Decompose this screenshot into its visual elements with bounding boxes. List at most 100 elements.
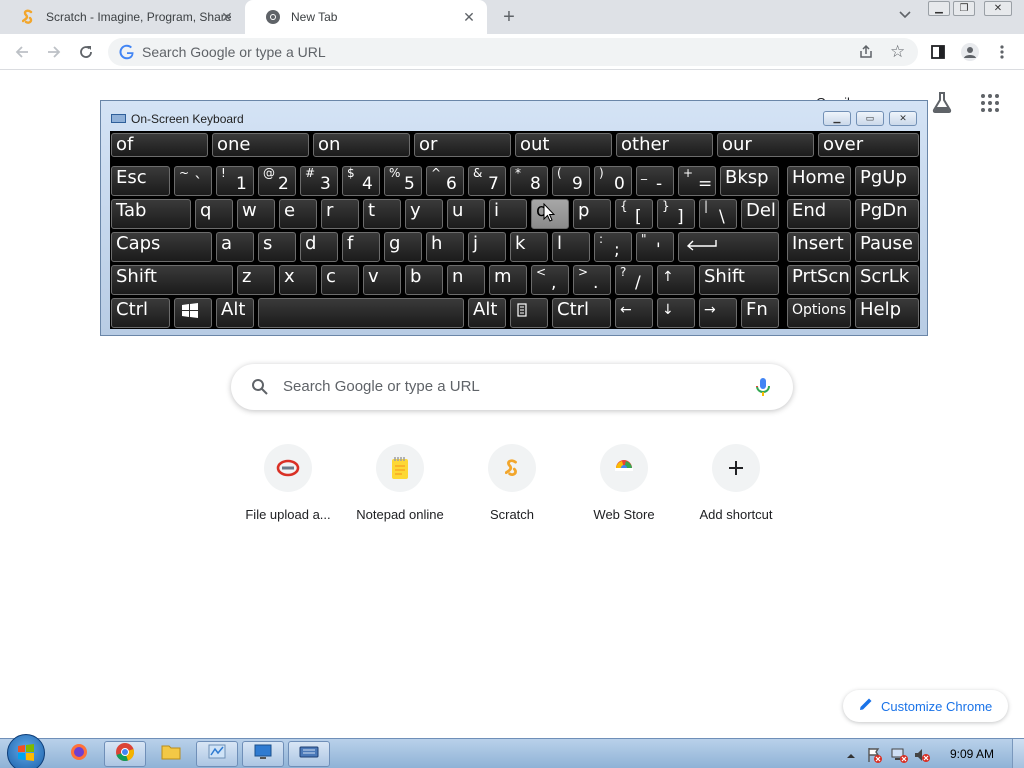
end-key[interactable]: End: [787, 199, 851, 229]
action-center-flag-icon[interactable]: [866, 747, 882, 763]
clock-time[interactable]: 9:09 AM: [950, 747, 994, 761]
number-key[interactable]: * 8: [510, 166, 548, 196]
symbol-key[interactable]: {[: [615, 199, 653, 229]
letter-key-t[interactable]: t: [363, 199, 401, 229]
add-shortcut-button[interactable]: Add shortcut: [680, 440, 792, 536]
right-ctrl-key[interactable]: Ctrl: [552, 298, 611, 328]
shortcut-file-upload[interactable]: File upload a...: [232, 440, 344, 536]
windows-key[interactable]: [174, 298, 212, 328]
number-key[interactable]: + =: [678, 166, 716, 196]
symbol-key[interactable]: | \: [699, 199, 737, 229]
osk-maximize-button[interactable]: ▭: [856, 111, 884, 126]
right-shift-key[interactable]: Shift: [699, 265, 779, 295]
profile-avatar-icon[interactable]: [960, 42, 980, 62]
insert-key[interactable]: Insert: [787, 232, 851, 262]
letter-key-k[interactable]: k: [510, 232, 548, 262]
restore-button[interactable]: ❐: [953, 1, 975, 16]
shortcut-web-store[interactable]: Web Store: [568, 440, 680, 536]
prediction-key[interactable]: or: [414, 133, 511, 157]
delete-key[interactable]: Del: [741, 199, 779, 229]
new-tab-button[interactable]: +: [498, 6, 520, 28]
caps-lock-key[interactable]: Caps: [111, 232, 212, 262]
letter-key-s[interactable]: s: [258, 232, 296, 262]
letter-key-z[interactable]: z: [237, 265, 275, 295]
tab-new-tab[interactable]: New Tab ✕: [245, 0, 487, 34]
osk-close-button[interactable]: ✕: [889, 111, 917, 126]
letter-key-b[interactable]: b: [405, 265, 443, 295]
prediction-key[interactable]: our: [717, 133, 814, 157]
enter-key[interactable]: [678, 232, 779, 262]
close-tab-icon[interactable]: ✕: [219, 9, 235, 25]
start-button[interactable]: [7, 734, 45, 768]
show-desktop-button[interactable]: [1012, 739, 1024, 768]
volume-muted-icon[interactable]: [914, 747, 930, 763]
letter-key-p[interactable]: p: [573, 199, 611, 229]
symbol-key[interactable]: <,: [531, 265, 569, 295]
symbol-key[interactable]: }]: [657, 199, 695, 229]
side-panel-icon[interactable]: [928, 42, 948, 62]
letter-key-v[interactable]: v: [363, 265, 401, 295]
number-key[interactable]: ! 1: [216, 166, 254, 196]
number-key[interactable]: ^ 6: [426, 166, 464, 196]
right-alt-key[interactable]: Alt: [468, 298, 506, 328]
letter-key-l[interactable]: l: [552, 232, 590, 262]
letter-key-h[interactable]: h: [426, 232, 464, 262]
left-alt-key[interactable]: Alt: [216, 298, 254, 328]
help-key[interactable]: Help: [855, 298, 919, 328]
explorer-taskbar-button[interactable]: [150, 741, 192, 767]
menu-key[interactable]: [510, 298, 548, 328]
control-panel-taskbar-button[interactable]: [196, 741, 238, 767]
letter-key-e[interactable]: e: [279, 199, 317, 229]
close-tab-icon[interactable]: ✕: [461, 9, 477, 25]
number-key[interactable]: _ -: [636, 166, 674, 196]
show-hidden-icons-icon[interactable]: [846, 748, 862, 764]
ntp-search-box[interactable]: Search Google or type a URL: [231, 364, 793, 410]
right-arrow-key[interactable]: →: [699, 298, 737, 328]
reload-icon[interactable]: [76, 42, 96, 62]
symbol-key[interactable]: >.: [573, 265, 611, 295]
letter-key-d[interactable]: d: [300, 232, 338, 262]
number-key[interactable]: (9: [552, 166, 590, 196]
spacebar-key[interactable]: [258, 298, 464, 328]
letter-key-n[interactable]: n: [447, 265, 485, 295]
tab-scratch[interactable]: Scratch - Imagine, Program, Share ✕: [0, 0, 245, 34]
address-bar[interactable]: Search Google or type a URL ☆: [108, 38, 918, 66]
remote-desktop-taskbar-button[interactable]: [242, 741, 284, 767]
prediction-key[interactable]: out: [515, 133, 612, 157]
left-arrow-key[interactable]: ←: [615, 298, 653, 328]
down-arrow-key[interactable]: ↓: [657, 298, 695, 328]
firefox-taskbar-button[interactable]: [58, 741, 100, 767]
back-arrow-icon[interactable]: [12, 42, 32, 62]
number-key[interactable]: @2: [258, 166, 296, 196]
prediction-key[interactable]: one: [212, 133, 309, 157]
labs-flask-icon[interactable]: [930, 90, 954, 119]
left-ctrl-key[interactable]: Ctrl: [111, 298, 170, 328]
scrlk-key[interactable]: ScrLk: [855, 265, 919, 295]
tab-search-chevron-icon[interactable]: [895, 8, 915, 26]
home-key[interactable]: Home: [787, 166, 851, 196]
backspace-key[interactable]: Bksp: [720, 166, 779, 196]
prediction-key[interactable]: on: [313, 133, 410, 157]
shortcut-notepad-online[interactable]: Notepad online: [344, 440, 456, 536]
minimize-button[interactable]: ▁: [928, 1, 950, 16]
osk-title-bar[interactable]: On-Screen Keyboard ▁ ▭ ✕: [101, 101, 927, 129]
number-key[interactable]: % 5: [384, 166, 422, 196]
pgup-key[interactable]: PgUp: [855, 166, 919, 196]
shortcut-scratch[interactable]: Scratch: [456, 440, 568, 536]
fn-key[interactable]: Fn: [741, 298, 779, 328]
customize-chrome-button[interactable]: Customize Chrome: [843, 690, 1008, 722]
letter-key-m[interactable]: m: [489, 265, 527, 295]
letter-key-g[interactable]: g: [384, 232, 422, 262]
letter-key-r[interactable]: r: [321, 199, 359, 229]
symbol-key[interactable]: " ': [636, 232, 674, 262]
letter-key-y[interactable]: y: [405, 199, 443, 229]
osk-minimize-button[interactable]: ▁: [823, 111, 851, 126]
symbol-key[interactable]: ? /: [615, 265, 653, 295]
google-apps-icon[interactable]: [980, 93, 1000, 118]
share-icon[interactable]: [858, 44, 874, 65]
letter-key-a[interactable]: a: [216, 232, 254, 262]
pgdn-key[interactable]: PgDn: [855, 199, 919, 229]
number-key[interactable]: ) 0: [594, 166, 632, 196]
prediction-key[interactable]: of: [111, 133, 208, 157]
voice-search-mic-icon[interactable]: [755, 377, 771, 402]
